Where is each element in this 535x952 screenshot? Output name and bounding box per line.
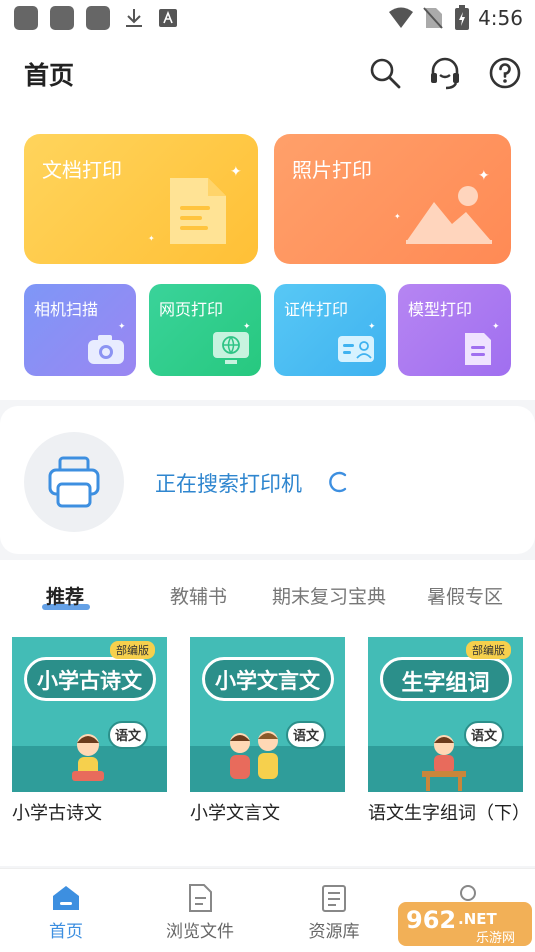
printer-search-panel[interactable]: 正在搜索打印机 bbox=[0, 406, 535, 554]
sparkle-icon: ✦ bbox=[230, 164, 242, 180]
page-title: 首页 bbox=[24, 61, 75, 90]
web-print-label: 网页打印 bbox=[159, 300, 224, 319]
book-cover-title: 小学古诗文 bbox=[37, 669, 142, 693]
sparkle-icon: ✦ bbox=[394, 212, 401, 221]
id-card-icon bbox=[338, 336, 374, 362]
text-icon bbox=[159, 9, 177, 27]
book-cover: 小学古诗文 部编版 语文 bbox=[12, 637, 167, 792]
battery-icon bbox=[455, 5, 469, 30]
subject-tag: 语文 bbox=[286, 721, 326, 749]
children-illustration bbox=[230, 731, 278, 779]
id-print-label: 证件打印 bbox=[284, 300, 349, 319]
book-card[interactable]: 小学文言文 语文 小学文言文 bbox=[190, 637, 345, 826]
sparkle-icon: ✦ bbox=[148, 234, 155, 243]
svg-text:.NET: .NET bbox=[458, 910, 497, 928]
sparkle-icon: ✦ bbox=[368, 322, 376, 332]
sparkle-icon: ✦ bbox=[118, 322, 126, 332]
book-title: 语文生字组词（下） bbox=[368, 803, 530, 824]
printer-icon bbox=[48, 456, 100, 508]
doc-print-label: 文档打印 bbox=[42, 158, 122, 182]
printer-search-status: 正在搜索打印机 bbox=[155, 472, 302, 496]
id-print-card[interactable]: 证件打印 ✦ bbox=[274, 284, 386, 376]
photo-print-card[interactable]: 照片打印 ✦ ✦ bbox=[274, 134, 511, 264]
nav-resource-library-label: 资源库 bbox=[308, 922, 360, 942]
search-icon[interactable] bbox=[368, 56, 402, 90]
content-section: 推荐 教辅书 期末复习宝典 暑假专区 小学古诗文 部编版 语文 小学古诗文 小学… bbox=[0, 560, 535, 866]
book-cover-title: 生字组词 bbox=[401, 671, 490, 696]
document-icon bbox=[170, 178, 226, 244]
model-print-label: 模型打印 bbox=[408, 300, 473, 319]
edition-badge: 部编版 bbox=[466, 641, 511, 659]
file-icon bbox=[465, 333, 491, 365]
child-at-desk-illustration bbox=[422, 735, 466, 791]
customer-service-icon[interactable] bbox=[428, 56, 462, 90]
download-icon bbox=[126, 9, 142, 27]
child-reading-illustration bbox=[72, 734, 104, 781]
top-bar: 首页 bbox=[0, 36, 535, 116]
feature-cards: 文档打印 ✦ ✦ 照片打印 ✦ ✦ 相机扫描 ✦ 网页打印 ✦ 证件打印 ✦ 模… bbox=[0, 116, 535, 400]
watermark-logo-graphic: 962 .NET 乐游网 bbox=[398, 902, 532, 946]
edition-badge: 部编版 bbox=[110, 641, 155, 659]
tab-final-review[interactable]: 期末复习宝典 bbox=[272, 582, 386, 609]
book-title: 小学古诗文 bbox=[12, 803, 102, 824]
sparkle-icon: ✦ bbox=[243, 322, 251, 332]
subject-tag: 语文 bbox=[464, 721, 504, 749]
nav-resource-library[interactable]: 资源库 bbox=[284, 869, 384, 952]
book-cover-title: 小学文言文 bbox=[215, 669, 320, 693]
printer-icon-circle bbox=[24, 432, 124, 532]
wifi-icon bbox=[389, 7, 413, 28]
library-icon bbox=[322, 885, 346, 912]
tab-recommend[interactable]: 推荐 bbox=[46, 582, 84, 609]
svg-text:962: 962 bbox=[406, 906, 456, 934]
book-card[interactable]: 生字组词 部编版 语文 语文生字组词（下） bbox=[368, 637, 530, 826]
subject-tag: 语文 bbox=[108, 721, 148, 749]
nav-home-label: 首页 bbox=[49, 922, 83, 942]
notification-icon bbox=[86, 6, 110, 30]
watermark-logo: 962 .NET 乐游网 bbox=[398, 896, 532, 948]
notification-icon bbox=[14, 6, 38, 30]
model-print-card[interactable]: 模型打印 ✦ bbox=[398, 284, 511, 376]
doc-print-card[interactable]: 文档打印 ✦ ✦ bbox=[24, 134, 258, 264]
tab-textbooks[interactable]: 教辅书 bbox=[170, 582, 227, 609]
status-bar: 4:56 bbox=[0, 0, 535, 36]
camera-scan-label: 相机扫描 bbox=[34, 300, 99, 319]
nav-home[interactable]: 首页 bbox=[16, 869, 116, 952]
nav-browse-files-label: 浏览文件 bbox=[166, 922, 234, 942]
home-icon bbox=[53, 886, 79, 910]
status-time: 4:56 bbox=[478, 6, 523, 30]
book-cover: 生字组词 部编版 语文 bbox=[368, 637, 523, 792]
sparkle-icon: ✦ bbox=[492, 322, 500, 332]
book-title: 小学文言文 bbox=[190, 803, 280, 824]
photo-icon bbox=[406, 186, 492, 244]
book-card[interactable]: 小学古诗文 部编版 语文 小学古诗文 bbox=[12, 637, 167, 826]
monitor-globe-icon bbox=[213, 332, 249, 364]
web-print-card[interactable]: 网页打印 ✦ bbox=[149, 284, 261, 376]
sparkle-icon: ✦ bbox=[478, 168, 490, 184]
file-icon bbox=[189, 884, 212, 912]
camera-scan-card[interactable]: 相机扫描 ✦ bbox=[24, 284, 136, 376]
photo-print-label: 照片打印 bbox=[292, 158, 372, 182]
svg-text:乐游网: 乐游网 bbox=[476, 931, 515, 946]
book-cover: 小学文言文 语文 bbox=[190, 637, 345, 792]
no-sim-icon bbox=[423, 7, 443, 29]
nav-browse-files[interactable]: 浏览文件 bbox=[150, 869, 250, 952]
loading-spinner-icon bbox=[329, 471, 347, 493]
tab-summer[interactable]: 暑假专区 bbox=[427, 582, 503, 609]
camera-icon bbox=[88, 335, 124, 364]
help-icon[interactable] bbox=[488, 56, 522, 90]
notification-icon bbox=[50, 6, 74, 30]
